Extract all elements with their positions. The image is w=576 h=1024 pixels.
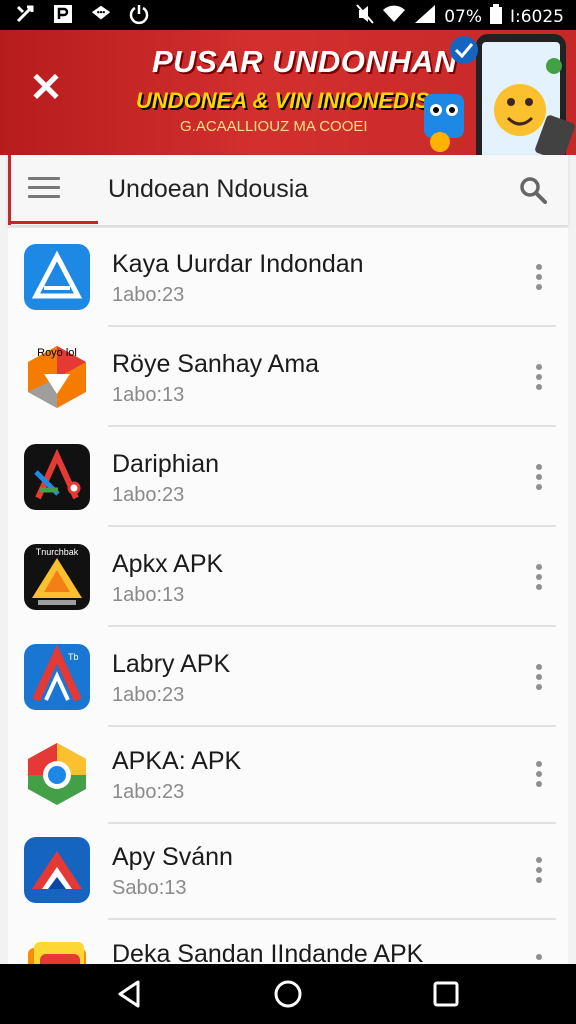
more-vert-icon[interactable] [536,464,544,490]
signal-icon [414,4,436,29]
app-name: Röye Sanhay Ama [112,350,320,378]
app-name: Apy Svánn [112,843,233,871]
divider [108,625,556,627]
banner-tagline: G.ACAALLIOUZ MA COOEI [180,118,368,135]
hamburger-menu-icon[interactable] [28,177,60,203]
search-icon[interactable] [518,175,548,205]
blue-red-chevron-icon [24,837,90,903]
list-item[interactable]: Tnurchbak Apkx APK 1abo:13 [8,528,568,627]
divider [108,325,556,327]
blue-a-icon [24,244,90,310]
black-a-icon [24,444,90,510]
app-name: Deka Sandan IIndande APK [112,940,424,964]
app-meta: 1abo:23 [112,484,185,506]
p-square-icon [52,3,74,25]
divider [108,525,556,527]
list-item[interactable]: Tb Labry APK 1abo:23 [8,628,568,727]
app-list: Kaya Uurdar Indondan 1abo:23 Royo lol Rö… [8,228,568,964]
folder-stack-icon [24,934,90,964]
app-name: Dariphian [112,450,220,478]
power-icon [128,3,150,25]
yellow-triangle-icon: Tnurchbak [24,544,90,610]
list-item[interactable]: Royo lol Röye Sanhay Ama 1abo:13 [8,328,568,427]
list-item[interactable]: Dariphian 1abo:23 [8,428,568,527]
app-name: Kaya Uurdar Indondan [112,250,364,278]
more-vert-icon[interactable] [536,264,544,290]
app-meta: Sabo:13 [112,877,187,899]
app-meta: 1abo:13 [112,384,185,406]
home-icon[interactable] [272,978,304,1010]
clock: I:6025 [509,6,564,27]
app-meta: 1abo:23 [112,284,185,306]
more-vert-icon[interactable] [536,954,544,964]
message-icon [90,3,112,25]
app-meta: 1abo:23 [112,684,185,706]
app-toolbar: Undoean Ndousia [8,155,568,226]
divider [108,425,556,427]
close-icon[interactable]: ✕ [26,68,66,108]
status-bar: 07% I:6025 [0,0,576,30]
green-hexagon-icon [24,741,90,807]
app-name: Apkx APK [112,550,224,578]
mute-icon [356,4,374,29]
svg-text:Tnurchbak: Tnurchbak [36,547,79,557]
more-vert-icon[interactable] [536,364,544,390]
list-item[interactable]: Kaya Uurdar Indondan 1abo:23 [8,228,568,327]
phone-mascot-illustration [424,34,575,155]
battery-icon [489,4,502,29]
more-vert-icon[interactable] [536,664,544,690]
app-meta: 1abo:13 [112,584,185,606]
ad-banner[interactable]: ✕ PUSAR UNDONHAN UNDONEA & VIN INIONEDIS… [0,30,576,155]
app-name: Labry APK [112,650,231,678]
app-name: APKA: APK [112,747,242,775]
tools-icon [14,3,36,25]
banner-subtitle: UNDONEA & VIN INIONEDIS [136,88,430,113]
battery-percent: 07% [444,6,482,27]
recents-icon[interactable] [430,978,462,1010]
svg-text:Tb: Tb [68,652,79,662]
svg-text:Royo lol: Royo lol [37,347,77,359]
more-vert-icon[interactable] [536,761,544,787]
back-icon[interactable] [114,978,146,1010]
list-item[interactable]: APKA: APK 1abo:23 [8,725,568,824]
wifi-icon [382,4,406,29]
toolbar-accent-edge [8,155,11,225]
page-title: Undoean Ndousia [108,175,309,203]
system-nav-bar [0,964,576,1024]
blue-red-a-icon: Tb [24,644,90,710]
list-item[interactable]: Apy Svánn Sabo:13 [8,821,568,920]
more-vert-icon[interactable] [536,857,544,883]
list-item[interactable]: Deka Sandan IIndande APK [8,918,568,964]
orange-hexagon-icon: Royo lol [24,344,90,410]
toolbar-active-indicator [8,221,98,224]
more-vert-icon[interactable] [536,564,544,590]
app-meta: 1abo:23 [112,781,185,803]
